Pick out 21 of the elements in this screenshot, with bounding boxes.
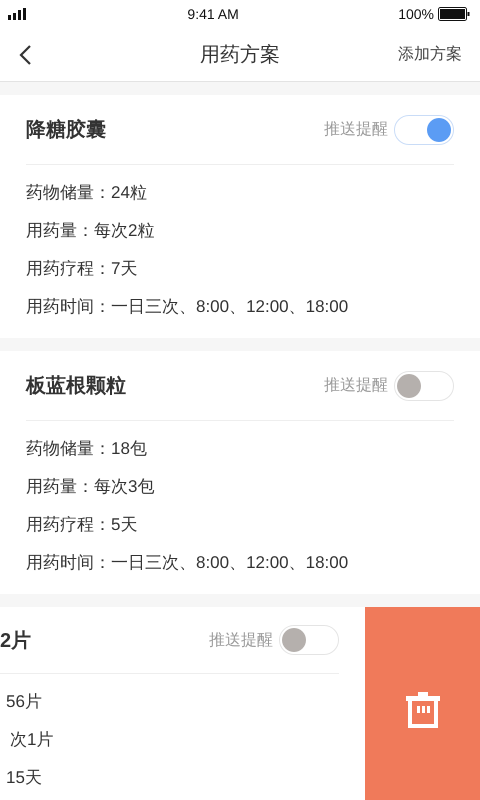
plan-detail: 56片 <box>5 691 43 713</box>
plan-detail: 用药量：每次3包 <box>26 476 156 498</box>
plan-detail: 用药时间：一日三次、8:00、12:00、18:00 <box>26 296 350 318</box>
reminder-label: 推送提醒 <box>324 376 388 396</box>
plan-detail: 用药疗程：7天 <box>26 258 138 280</box>
page-title: 用药方案 <box>200 43 280 68</box>
plan-detail: 用药时间：一日三次、8:00、12:00、18:00 <box>26 552 350 574</box>
clock-time: 9:41 AM <box>187 6 239 22</box>
add-plan-button[interactable]: 添加方案 <box>398 44 462 65</box>
medicine-name: 板蓝根颗粒 <box>26 374 126 399</box>
medicine-name: 降糖胶囊 <box>26 118 106 143</box>
plan-detail: 15天 <box>5 767 43 789</box>
plan-detail: 用药量：每次2粒 <box>26 220 156 242</box>
plan-detail: 药物储量：24粒 <box>26 182 148 204</box>
reminder-label: 推送提醒 <box>324 120 388 140</box>
battery-percentage: 100% <box>398 6 434 22</box>
plan-detail: 次1片 <box>9 729 54 751</box>
plan-detail: 药物储量：18包 <box>26 438 148 460</box>
reminder-label: 推送提醒 <box>209 630 273 650</box>
medicine-name: 2片 <box>0 628 32 654</box>
plan-detail: 用药疗程：5天 <box>26 514 138 536</box>
